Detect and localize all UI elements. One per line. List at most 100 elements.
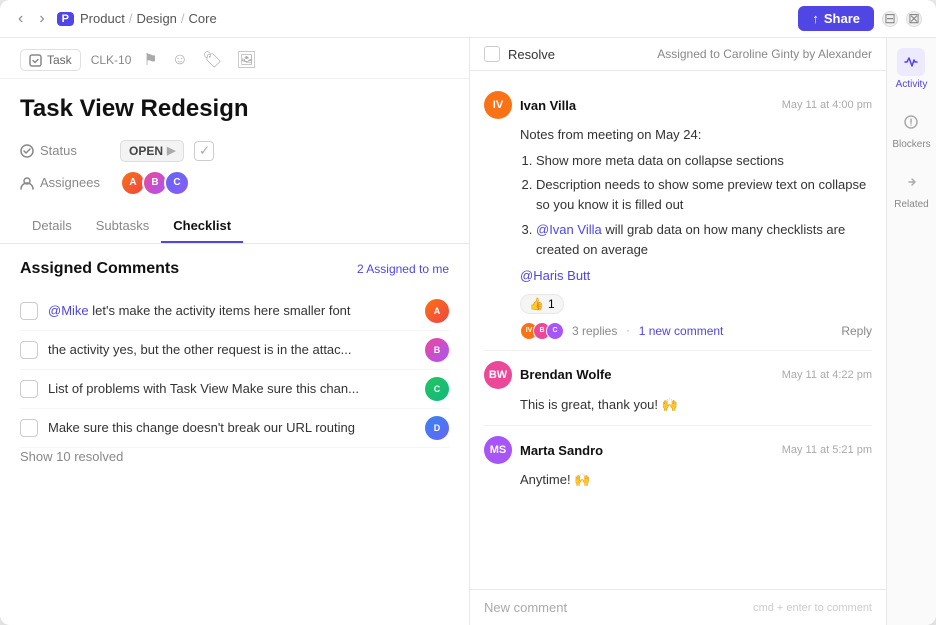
comment-header-marta: MS Marta Sandro May 11 at 5:21 pm (484, 436, 872, 464)
breadcrumb-sep-2: / (181, 11, 185, 26)
related-icon (898, 168, 926, 196)
comment-hint: cmd + enter to comment (753, 602, 872, 614)
checklist-item: the activity yes, but the other request … (20, 331, 449, 370)
left-panel: Task CLK-10 ⚑ ☺ 🏷 🖼 Task View Redesign (0, 38, 470, 625)
tab-checklist[interactable]: Checklist (161, 210, 243, 243)
breadcrumb-core: Core (189, 11, 217, 26)
avatar-brendan: BW (484, 361, 512, 389)
checklist-item-text-1: @Mike let's make the activity items here… (48, 303, 415, 318)
strip-activity[interactable]: Activity (896, 48, 928, 90)
breadcrumb-sep-1: / (129, 11, 133, 26)
checklist-item: List of problems with Task View Make sur… (20, 370, 449, 409)
status-check-button[interactable]: ✓ (194, 141, 214, 161)
resolve-checkbox[interactable] (484, 46, 500, 62)
checklist-item-text-3: List of problems with Task View Make sur… (48, 381, 415, 396)
resolve-label[interactable]: Resolve (508, 47, 555, 62)
task-toolbar: Task CLK-10 ⚑ ☺ 🏷 🖼 (0, 38, 469, 79)
checklist-content: Assigned Comments 2 Assigned to me @Mike… (0, 244, 469, 625)
checklist-checkbox-3[interactable] (20, 380, 38, 398)
comment-input-placeholder[interactable]: New comment (484, 600, 753, 615)
item-avatar-3: C (425, 377, 449, 401)
breadcrumb-design: Design (136, 11, 176, 26)
task-meta: Status OPEN ▶ ✓ Assignees (0, 132, 469, 204)
assigned-count[interactable]: 2 Assigned to me (357, 262, 449, 276)
resolve-bar: Resolve Assigned to Caroline Ginty by Al… (470, 38, 886, 71)
assignees-row: Assignees A B C (20, 170, 449, 196)
strip-blockers[interactable]: Blockers (892, 108, 930, 150)
comment-name-marta: Marta Sandro (520, 443, 774, 458)
comment-list-item-1: Show more meta data on collapse sections (536, 151, 872, 171)
checklist-header: Assigned Comments 2 Assigned to me (20, 260, 449, 278)
checklist-checkbox-1[interactable] (20, 302, 38, 320)
strip-related[interactable]: Related (894, 168, 928, 210)
titlebar-left: ‹ › P Product / Design / Core (14, 8, 217, 30)
footer-dot: · (625, 322, 630, 340)
assignees-icon (20, 176, 34, 190)
back-button[interactable]: ‹ (14, 8, 27, 30)
comment-list-item-2: Description needs to show some preview t… (536, 175, 872, 215)
checklist-checkbox-2[interactable] (20, 341, 38, 359)
comment-brendan: BW Brendan Wolfe May 11 at 4:22 pm This … (484, 351, 872, 426)
window-minimize[interactable]: ⊟ (882, 11, 898, 27)
reply-avatars: IV B C (520, 322, 564, 340)
comment-name-ivan: Ivan Villa (520, 98, 774, 113)
breadcrumb-product: Product (80, 11, 125, 26)
task-icon (29, 54, 42, 67)
reply-button[interactable]: Reply (841, 324, 872, 338)
tab-subtasks[interactable]: Subtasks (84, 210, 161, 243)
strip-blockers-label: Blockers (892, 139, 930, 150)
app-logo: P (57, 12, 74, 26)
mention-haris: @Haris Butt (520, 266, 872, 286)
comment-panel: Resolve Assigned to Caroline Ginty by Al… (470, 38, 886, 625)
flag-icon[interactable]: ⚑ (141, 48, 159, 72)
comments-list: IV Ivan Villa May 11 at 4:00 pm Notes fr… (470, 71, 886, 589)
item-avatar-2: B (425, 338, 449, 362)
comment-ivan: IV Ivan Villa May 11 at 4:00 pm Notes fr… (484, 81, 872, 351)
tab-bar: Details Subtasks Checklist (0, 210, 469, 244)
emoji-icon[interactable]: ☺ (170, 49, 190, 71)
activity-svg (903, 54, 919, 70)
reaction-count: 1 (548, 297, 555, 311)
thumbs-up-reaction[interactable]: 👍 1 (520, 294, 564, 314)
mention-mike: @Mike (48, 303, 89, 318)
comment-body-brendan: This is great, thank you! 🙌 (484, 395, 872, 415)
comment-input-bar: New comment cmd + enter to comment (470, 589, 886, 625)
activity-strip: Activity Blockers (886, 38, 936, 625)
activity-icon (897, 48, 925, 76)
tab-details[interactable]: Details (20, 210, 84, 243)
share-button[interactable]: ↑ Share (798, 6, 874, 31)
share-label: Share (824, 11, 860, 26)
comment-reactions: 👍 1 (484, 294, 872, 314)
resolve-assigned-text: Assigned to Caroline Ginty by Alexander (657, 47, 872, 61)
titlebar: ‹ › P Product / Design / Core ↑ Share ⊟ … (0, 0, 936, 38)
task-id: CLK-10 (91, 53, 132, 67)
breadcrumb: P Product / Design / Core (57, 11, 217, 26)
comment-body-ivan: Notes from meeting on May 24: Show more … (484, 125, 872, 286)
reply-count: 3 replies (572, 324, 617, 338)
checklist-title: Assigned Comments (20, 260, 179, 278)
status-button[interactable]: OPEN ▶ (120, 140, 184, 162)
status-value: OPEN (129, 144, 163, 158)
tag-icon[interactable]: 🏷 (200, 48, 224, 72)
checklist-item: @Mike let's make the activity items here… (20, 292, 449, 331)
checklist-checkbox-4[interactable] (20, 419, 38, 437)
reply-avatar-3: C (546, 322, 564, 340)
window-maximize[interactable]: ⊠ (906, 11, 922, 27)
image-icon[interactable]: 🖼 (234, 48, 258, 72)
task-title: Task View Redesign (20, 95, 449, 124)
item-avatar-4: D (425, 416, 449, 440)
comment-marta: MS Marta Sandro May 11 at 5:21 pm Anytim… (484, 426, 872, 500)
checklist-item: Make sure this change doesn't break our … (20, 409, 449, 448)
status-label: Status (20, 143, 110, 158)
strip-activity-label: Activity (896, 79, 928, 90)
task-title-section: Task View Redesign (0, 79, 469, 132)
forward-button[interactable]: › (35, 8, 48, 30)
new-comment-badge: 1 new comment (639, 324, 724, 338)
show-resolved-link[interactable]: Show 10 resolved (20, 449, 123, 464)
status-field-label: Status (40, 143, 77, 158)
comment-body-intro: Notes from meeting on May 24: (520, 125, 872, 145)
blockers-svg (903, 114, 919, 130)
assignees-list: A B C (120, 170, 190, 196)
right-panel: Resolve Assigned to Caroline Ginty by Al… (470, 38, 936, 625)
reaction-emoji: 👍 (529, 297, 544, 311)
